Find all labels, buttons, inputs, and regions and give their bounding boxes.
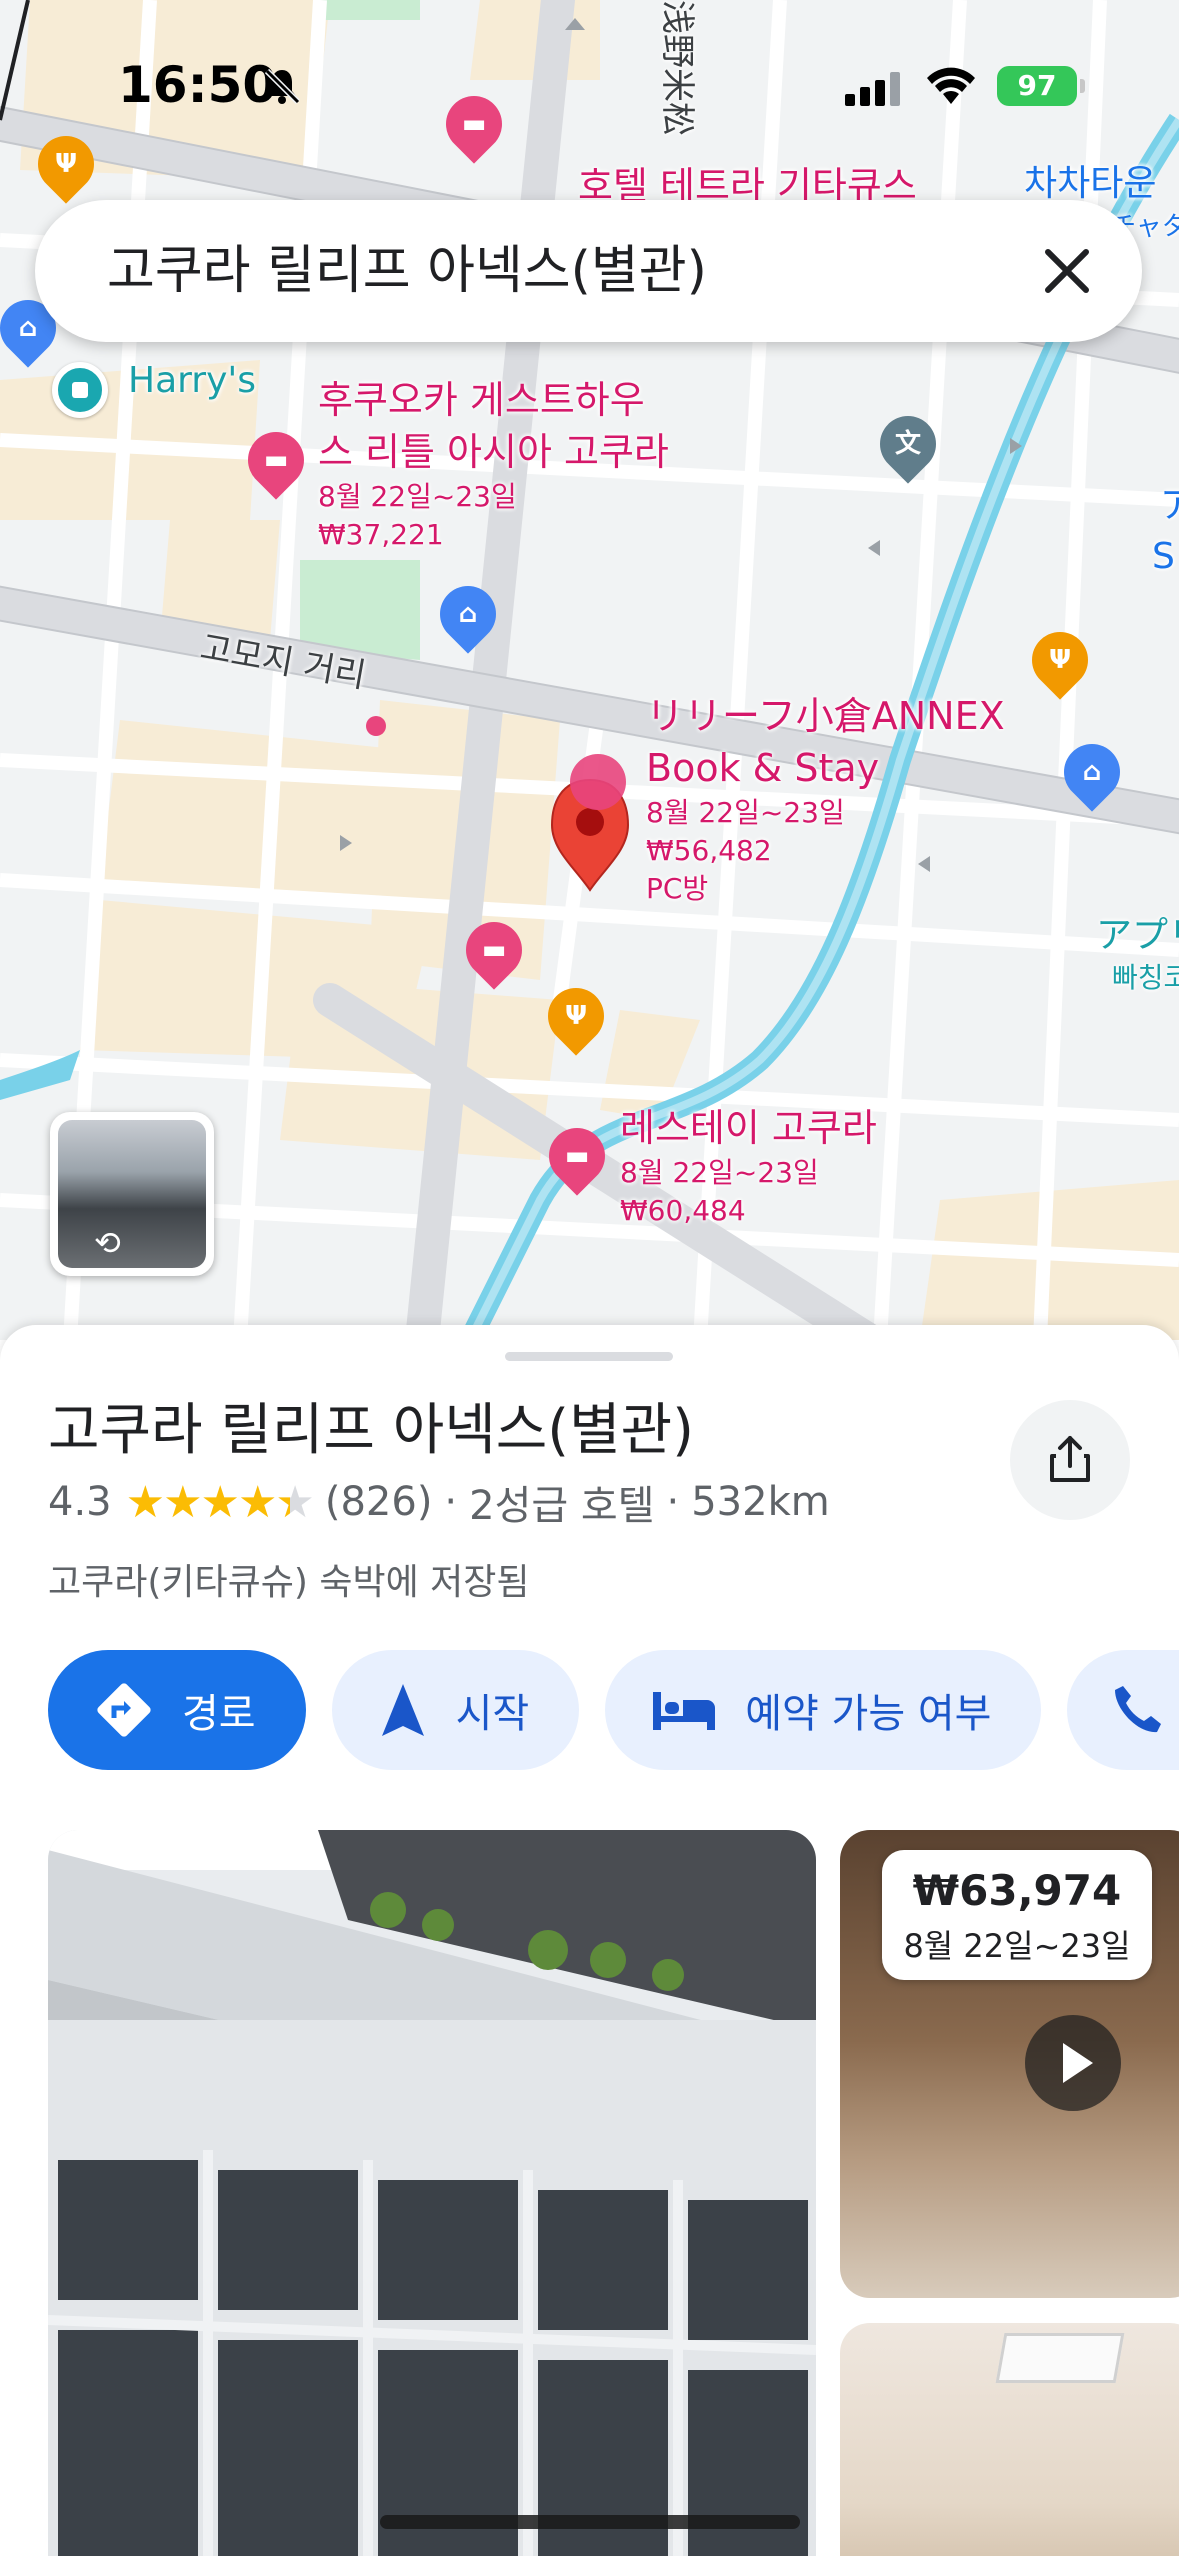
hotel-label-fukuoka-guesthouse[interactable]: 후쿠오카 게스트하우 스 리틀 아시아 고쿠라 8월 22일~23일 ₩37,2… <box>318 374 669 554</box>
place-details-sheet[interactable]: 고쿠라 릴리프 아넥스(별관) 4.3 ★★★★★ (826) · 2성급 호텔… <box>0 1325 1179 2556</box>
restaurant-pin-icon[interactable]: Ψ <box>1020 620 1100 700</box>
wifi-icon <box>927 67 975 104</box>
phone-icon <box>1109 1682 1165 1738</box>
shop-pin-icon[interactable]: ⌂ <box>1052 732 1132 812</box>
street-view-thumbnail[interactable]: ⟲ <box>50 1112 214 1276</box>
share-button[interactable] <box>1010 1400 1130 1520</box>
school-pin-icon[interactable]: 文 <box>868 404 948 484</box>
home-indicator[interactable] <box>380 2515 800 2529</box>
silent-bell-icon <box>264 68 301 105</box>
drag-handle[interactable] <box>505 1352 673 1361</box>
separator: · <box>666 1479 680 1525</box>
hotel-label-restay-kokura[interactable]: 레스테이 고쿠라 8월 22일~23일 ₩60,484 <box>620 1102 877 1230</box>
search-query[interactable]: 고쿠라 릴리프 아넥스(별관) <box>107 200 707 342</box>
hotel-video-thumbnail[interactable]: ₩63,974 8월 22일~23일 <box>840 1830 1179 2298</box>
restaurant-pin-icon[interactable]: Ψ <box>536 976 616 1056</box>
transit-stop-icon[interactable] <box>52 362 108 418</box>
category: 2성급 호텔 <box>469 1483 655 1529</box>
search-bar[interactable]: 고쿠라 릴리프 아넥스(별관) <box>35 200 1142 342</box>
room-price: ₩63,974 <box>912 1866 1122 1915</box>
restaurant-pin-icon[interactable]: Ψ <box>26 124 106 204</box>
hotel-pin-icon[interactable]: ▬ <box>454 910 534 990</box>
distance: 532km <box>691 1479 830 1525</box>
hotel-exterior-photo[interactable] <box>48 1830 816 2556</box>
area-label: 차차타운 <box>1024 163 1157 204</box>
hotel-room-photo[interactable] <box>840 2323 1179 2556</box>
status-bar: 16:50 97 <box>0 52 1179 122</box>
action-chips: 경로 시작 예약 가능 여부 <box>48 1650 1179 1770</box>
call-button[interactable] <box>1067 1650 1179 1770</box>
share-icon <box>1050 1436 1090 1482</box>
rating-row[interactable]: 4.3 ★★★★★ (826) · 2성급 호텔 · 532km <box>48 1473 830 1531</box>
rotate-360-icon: ⟲ <box>94 1224 121 1262</box>
area-label: S <box>1152 536 1175 577</box>
cellular-signal-icon <box>845 72 900 106</box>
bed-icon <box>651 1688 717 1732</box>
rating-value: 4.3 <box>48 1479 112 1525</box>
play-icon[interactable] <box>1025 2015 1121 2111</box>
availability-label: 예약 가능 여부 <box>745 1691 992 1737</box>
close-icon[interactable] <box>1032 236 1102 306</box>
check-availability-button[interactable]: 예약 가능 여부 <box>605 1650 1042 1770</box>
hotel-facade-image <box>48 1830 816 2556</box>
saved-list-note[interactable]: 고쿠라(키타큐슈) 숙박에 저장됨 <box>48 1553 530 1605</box>
star-rating-icon: ★★★★★ <box>125 1476 315 1528</box>
review-count[interactable]: (826) <box>325 1479 433 1525</box>
area-label: ア <box>1160 485 1179 526</box>
directions-label: 경로 <box>182 1691 256 1737</box>
stay-dates: 8월 22일~23일 <box>903 1927 1131 1965</box>
ceiling-ac-unit <box>995 2333 1125 2383</box>
clock: 16:50 <box>118 56 278 114</box>
place-title: 고쿠라 릴리프 아넥스(별관) <box>48 1398 695 1463</box>
place-label: 빠칭코 <box>1112 961 1179 994</box>
street-view-image: ⟲ <box>58 1120 206 1268</box>
separator: · <box>444 1479 458 1525</box>
hotel-label-relief-annex[interactable]: リリーフ小倉ANNEX Book & Stay 8월 22일~23일 ₩56,4… <box>646 690 1005 908</box>
battery-icon: 97 <box>997 66 1085 106</box>
start-navigation-button[interactable]: 시작 <box>331 1650 580 1770</box>
directions-icon <box>94 1680 154 1740</box>
start-label: 시작 <box>455 1691 530 1737</box>
navigation-arrow-icon <box>378 1682 428 1738</box>
price-card[interactable]: ₩63,974 8월 22일~23일 <box>882 1850 1152 1980</box>
hotel-pin-icon[interactable]: ▬ <box>236 420 316 500</box>
shop-pin-icon[interactable]: ⌂ <box>428 574 508 654</box>
directions-button[interactable]: 경로 <box>48 1650 306 1770</box>
transit-label: Harry's <box>128 360 257 401</box>
hotel-pin-icon[interactable]: ▬ <box>537 1116 617 1196</box>
place-label: アプリ <box>1096 915 1179 956</box>
